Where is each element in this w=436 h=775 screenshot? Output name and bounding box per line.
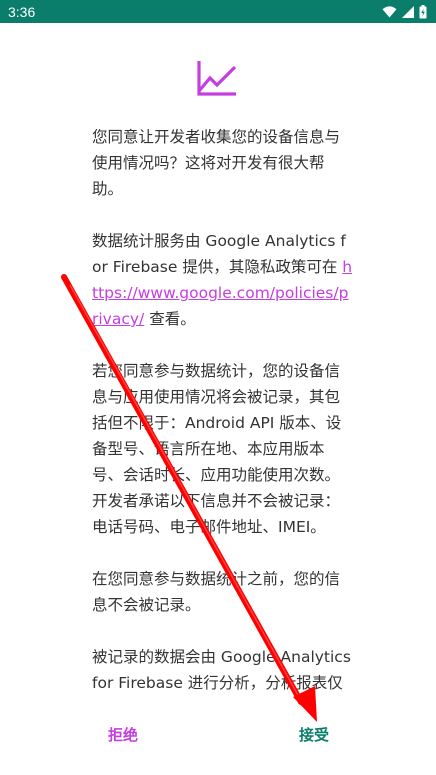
consent-paragraph-1: 您同意让开发者收集您的设备信息与使用情况吗？这将对开发有很大帮助。 [92, 128, 341, 198]
consent-paragraph-3: 若您同意参与数据统计，您的设备信息与应用使用情况将会被记录，其包括但不限于：An… [92, 362, 342, 536]
status-icons [382, 4, 427, 19]
consent-paragraph-4: 在您同意参与数据统计之前，您的信息不会被记录。 [92, 570, 341, 614]
reject-button[interactable]: 拒绝 [100, 720, 146, 749]
status-bar: 3:36 [0, 0, 436, 23]
consent-paragraph-5: 被记录的数据会由 Google Analytics for Firebase 进… [92, 648, 351, 692]
dialog-button-bar: 拒绝 接受 [0, 710, 436, 754]
wifi-icon [382, 5, 397, 17]
accept-button[interactable]: 接受 [291, 720, 337, 749]
paragraph-2-text-after: 查看。 [144, 310, 196, 328]
consent-paragraph-2: 数据统计服务由 Google Analytics for Firebase 提供… [92, 228, 354, 332]
paragraph-2-text-before: 数据统计服务由 Google Analytics for Firebase 提供… [92, 232, 346, 276]
cell-signal-icon [402, 5, 414, 18]
battery-icon [419, 4, 427, 18]
consent-text: 您同意让开发者收集您的设备信息与使用情况吗？这将对开发有很大帮助。 数据统计服务… [92, 124, 354, 710]
line-chart-icon [197, 61, 237, 96]
consent-dialog-content[interactable]: 您同意让开发者收集您的设备信息与使用情况吗？这将对开发有很大帮助。 数据统计服务… [0, 23, 436, 710]
status-time: 3:36 [8, 3, 36, 20]
